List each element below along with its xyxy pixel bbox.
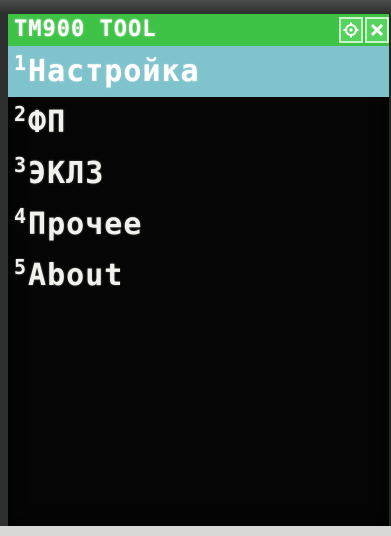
bezel-bottom [0, 526, 391, 536]
menu-item-fp[interactable]: 2 ФП [8, 97, 389, 148]
menu-item-other[interactable]: 4 Прочее [8, 199, 389, 250]
menu-item-number: 5 [14, 255, 27, 279]
menu-item-number: 1 [14, 51, 27, 75]
bezel-top [0, 0, 391, 14]
menu-item-label: Прочее [28, 206, 143, 242]
menu-item-about[interactable]: 5 About [8, 250, 389, 301]
menu-item-number: 3 [14, 153, 27, 177]
lcd-screen: TM900 TOOL 1 Настройка 2 ФП 3 ЭКЛЗ 4 Про… [8, 14, 389, 526]
menu-item-label: About [28, 257, 124, 293]
title-buttons [339, 17, 389, 43]
title-bar: TM900 TOOL [8, 14, 389, 46]
close-button[interactable] [365, 17, 389, 43]
menu-item-label: ЭКЛЗ [28, 155, 105, 191]
menu-item-eklz[interactable]: 3 ЭКЛЗ [8, 148, 389, 199]
gear-icon [343, 22, 359, 38]
menu-item-number: 4 [14, 204, 27, 228]
window-title: TM900 TOOL [14, 17, 157, 42]
device-frame: TM900 TOOL 1 Настройка 2 ФП 3 ЭКЛЗ 4 Про… [0, 0, 391, 536]
menu-item-settings[interactable]: 1 Настройка [8, 46, 389, 97]
close-icon [370, 23, 384, 37]
menu-item-label: ФП [28, 104, 67, 140]
menu-item-label: Настройка [28, 53, 200, 89]
settings-button[interactable] [339, 17, 363, 43]
bezel-left [0, 14, 8, 530]
menu-item-number: 2 [14, 102, 27, 126]
main-menu: 1 Настройка 2 ФП 3 ЭКЛЗ 4 Прочее 5 About [8, 46, 389, 301]
